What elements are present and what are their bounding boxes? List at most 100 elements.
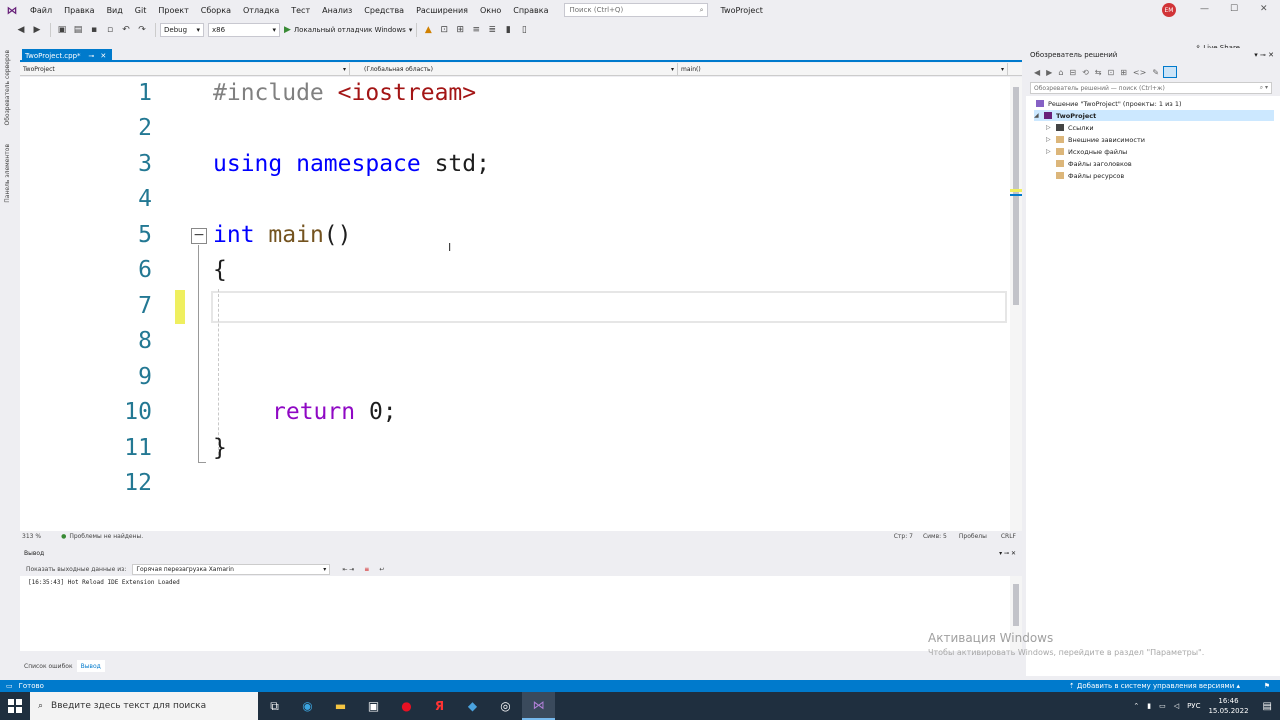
forward-icon[interactable]: ▶ [1046, 68, 1052, 77]
file-explorer-icon[interactable]: ▬ [324, 692, 357, 720]
yandex-icon[interactable]: Я [423, 692, 456, 720]
menu-project[interactable]: Проект [152, 6, 194, 15]
volume-icon[interactable]: ◁ [1174, 702, 1179, 710]
menu-window[interactable]: Окно [474, 6, 507, 15]
comment-icon[interactable]: ≡ [469, 23, 483, 37]
toolbar-tool-icon[interactable]: ⊡ [437, 23, 451, 37]
output-source-select[interactable]: Горячая перезагрузка Xamarin ▾ [132, 563, 331, 575]
code-editor[interactable]: − 1 2 3 4 5 6 7 8 9 10 11 12 #include <i… [20, 77, 1016, 531]
menu-build[interactable]: Сборка [195, 6, 237, 15]
problems-status[interactable]: Проблемы не найдены. [69, 533, 143, 540]
tab-output[interactable]: Вывод [76, 660, 105, 672]
scope-nav-select[interactable]: (Глобальная область) ▾ [350, 63, 678, 75]
switch-views-icon[interactable]: ⊟ [1069, 68, 1076, 77]
add-to-source-control-button[interactable]: ⇡ Добавить в систему управления версиями… [1069, 682, 1280, 690]
collapsed-arrow-icon[interactable]: ▷ [1046, 148, 1056, 155]
menu-file[interactable]: Файл [24, 6, 58, 15]
toolbox-tab[interactable]: Панель элементов [4, 144, 11, 203]
uncomment-icon[interactable]: ≣ [485, 23, 499, 37]
back-icon[interactable]: ◀ [14, 23, 28, 37]
menu-debug[interactable]: Отладка [237, 6, 285, 15]
avatar[interactable]: EM [1162, 3, 1176, 17]
task-view-icon[interactable]: ⧉ [258, 692, 291, 720]
tree-item-source-files[interactable]: ▷ Исходные файлы [1046, 146, 1127, 157]
close-icon[interactable]: ✕ [1260, 4, 1268, 14]
sync-icon[interactable]: ⇆ [1095, 68, 1102, 77]
collapsed-arrow-icon[interactable]: ▷ [1046, 124, 1056, 131]
output-log[interactable]: [16:35:43] Hot Reload IDE Extension Load… [20, 576, 1016, 651]
collapse-icon[interactable]: − [191, 228, 207, 244]
visual-studio-taskbar-icon[interactable]: ⋈ [522, 692, 555, 720]
server-explorer-tab[interactable]: Обозреватель серверов [4, 50, 11, 126]
pending-changes-icon[interactable]: ⟲ [1082, 68, 1089, 77]
menu-edit[interactable]: Правка [58, 6, 100, 15]
line-ending-indicator[interactable]: CRLF [1001, 533, 1016, 540]
open-icon[interactable]: ▤ [71, 23, 85, 37]
menu-analyze[interactable]: Анализ [316, 6, 358, 15]
undo-icon[interactable]: ↶ [119, 23, 133, 37]
menu-tools[interactable]: Средства [358, 6, 410, 15]
scrollbar-thumb[interactable] [1013, 87, 1019, 305]
clock[interactable]: 16:46 15.05.2022 [1208, 696, 1248, 716]
clear-all-icon[interactable]: ≡ [364, 566, 369, 573]
project-nav-select[interactable]: TwoProject ▾ [20, 63, 350, 75]
redo-icon[interactable]: ↷ [135, 23, 149, 37]
menu-view[interactable]: Вид [101, 6, 129, 15]
tray-chevron-icon[interactable]: ⌃ [1133, 702, 1139, 710]
solution-explorer-search-input[interactable]: Обозреватель решений — поиск (Ctrl+ж) ⌕ … [1030, 82, 1272, 94]
store-icon[interactable]: ▣ [357, 692, 390, 720]
zoom-level[interactable]: 313 % [22, 533, 41, 540]
output-status-icon[interactable]: ▭ [0, 682, 13, 690]
maximize-icon[interactable]: ☐ [1230, 4, 1238, 14]
tree-item-external-deps[interactable]: ▷ Внешние зависимости [1046, 134, 1145, 145]
window-options-icon[interactable]: ▾ ⊸ ✕ [999, 550, 1016, 557]
show-all-files-icon[interactable]: ⊞ [1120, 68, 1127, 77]
collapse-all-icon[interactable]: ⊡ [1108, 68, 1115, 77]
window-options-icon[interactable]: ▾ ⊸ ✕ [1254, 51, 1274, 59]
save-all-icon[interactable]: ▫ [103, 23, 117, 37]
minimize-icon[interactable]: — [1200, 4, 1209, 14]
tab-twoproject-cpp[interactable]: TwoProject.cpp* ⊸ ✕ [22, 49, 112, 62]
platform-select[interactable]: x86 ▾ [208, 23, 280, 37]
menu-git[interactable]: Git [129, 6, 153, 15]
app-icon[interactable]: ◆ [456, 692, 489, 720]
preview-icon[interactable]: <> [1133, 68, 1146, 77]
menu-extensions[interactable]: Расширения [410, 6, 474, 15]
notification-center-icon[interactable]: ▤ [1263, 701, 1272, 712]
collapsed-arrow-icon[interactable]: ▷ [1046, 136, 1056, 143]
close-icon[interactable]: ✕ [100, 52, 106, 60]
editor-vertical-scrollbar[interactable] [1010, 77, 1022, 531]
properties-icon[interactable]: ✎ [1152, 68, 1159, 77]
tree-item-solution[interactable]: Решение "TwoProject" (проекты: 1 из 1) [1036, 98, 1182, 109]
microphone-icon[interactable]: ▮ [1147, 702, 1151, 710]
pin-icon[interactable]: ⊸ [89, 52, 95, 60]
back-icon[interactable]: ◀ [1034, 68, 1040, 77]
start-debugging-button[interactable]: ▶ Локальный отладчик Windows ▾ [284, 25, 412, 35]
network-icon[interactable]: ▭ [1159, 702, 1166, 710]
hot-reload-icon[interactable]: ▲ [421, 23, 435, 37]
taskbar-search-input[interactable]: ⌕ Введите здесь текст для поиска [30, 692, 258, 720]
tree-item-project[interactable]: ◢ TwoProject [1034, 110, 1274, 121]
whitespace-indicator[interactable]: Пробелы [959, 533, 987, 540]
windows-start-icon[interactable] [0, 692, 30, 720]
quick-search-input[interactable]: Поиск (Ctrl+Q) ⌕ [564, 3, 709, 17]
menu-help[interactable]: Справка [507, 6, 554, 15]
tree-item-header-files[interactable]: Файлы заголовков [1056, 158, 1132, 169]
view-option-icon[interactable] [1163, 66, 1178, 78]
home-icon[interactable]: ⌂ [1058, 68, 1063, 77]
forward-icon[interactable]: ▶ [30, 23, 44, 37]
obs-icon[interactable]: ◎ [489, 692, 522, 720]
word-wrap-icon[interactable]: ↩ [379, 566, 384, 573]
bookmark-prev-icon[interactable]: ▯ [517, 23, 531, 37]
tree-item-resource-files[interactable]: Файлы ресурсов [1056, 170, 1124, 181]
expanded-arrow-icon[interactable]: ◢ [1034, 112, 1044, 119]
menu-test[interactable]: Тест [285, 6, 316, 15]
language-indicator[interactable]: РУС [1187, 702, 1200, 710]
tree-item-references[interactable]: ▷ Ссылки [1046, 122, 1094, 133]
scrollbar-thumb[interactable] [1013, 584, 1019, 626]
new-project-icon[interactable]: ▣ [55, 23, 69, 37]
notifications-icon[interactable]: ⚑ [1264, 682, 1270, 690]
opera-icon[interactable]: ● [390, 692, 423, 720]
configuration-select[interactable]: Debug ▾ [160, 23, 204, 37]
output-nav-icon[interactable]: ⇤ ⇥ [342, 566, 354, 573]
